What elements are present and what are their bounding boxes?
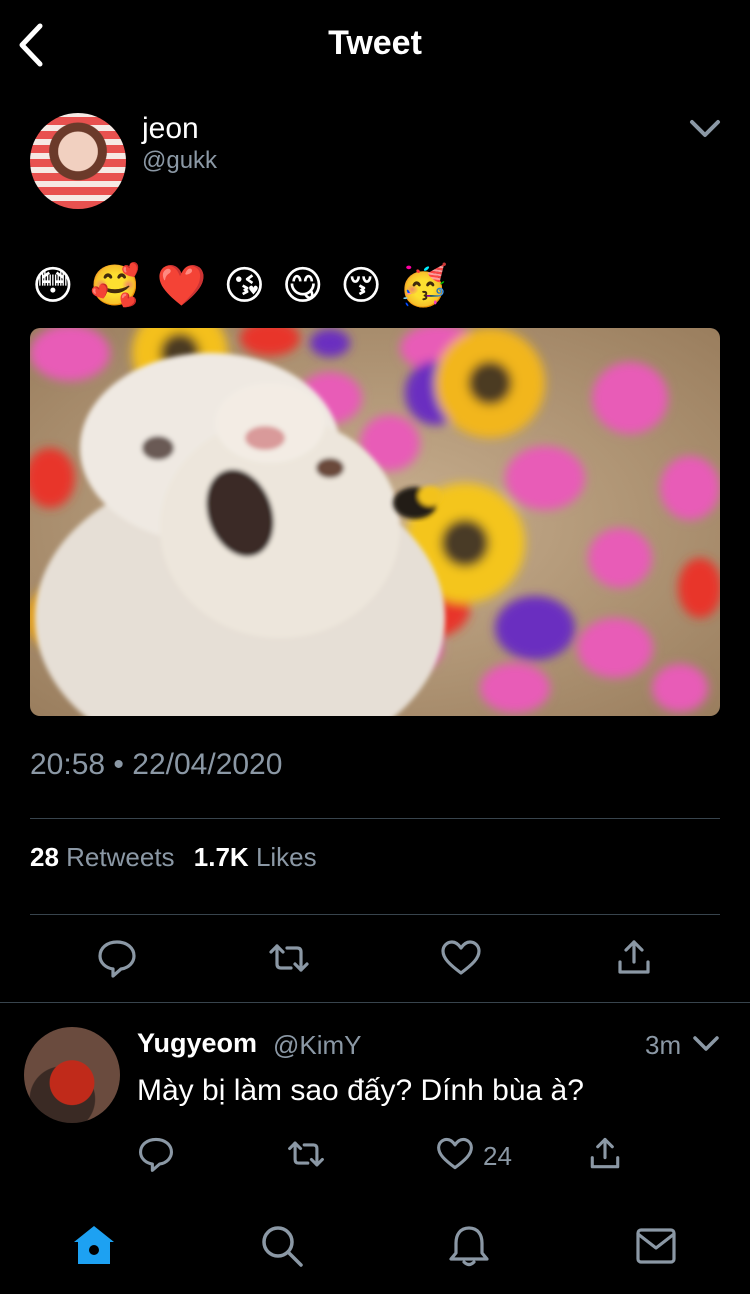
tweet-timestamp: 20:58 • 22/04/2020	[30, 748, 282, 782]
page-title: Tweet	[328, 24, 422, 62]
home-icon[interactable]	[70, 1222, 118, 1270]
likes-label[interactable]: Likes	[256, 842, 317, 872]
chevron-down-icon[interactable]	[692, 1034, 720, 1054]
tab-bar	[0, 1210, 750, 1294]
tweet-date: 22/04/2020	[132, 748, 283, 781]
reply-icon[interactable]	[136, 1134, 176, 1174]
tweet-text: 😳 🥰 ❤️ 😘 😋 😚 🥳	[32, 263, 451, 309]
divider	[30, 914, 720, 915]
reply-text: Mày bị làm sao đấy? Dính bùa à?	[137, 1074, 584, 1107]
like-icon[interactable]	[439, 936, 483, 980]
reply-author-name[interactable]: Yugyeom	[137, 1028, 257, 1059]
retweet-icon[interactable]	[267, 936, 311, 980]
retweets-count[interactable]: 28	[30, 842, 59, 872]
tweet-time: 20:58	[30, 748, 106, 781]
tweet-stats: 28 Retweets 1.7K Likes	[30, 842, 329, 873]
like-icon[interactable]	[435, 1134, 475, 1174]
notifications-icon[interactable]	[445, 1222, 493, 1270]
retweet-icon[interactable]	[286, 1134, 326, 1174]
author-avatar[interactable]	[30, 113, 126, 209]
header: Tweet	[0, 0, 750, 90]
likes-count[interactable]: 1.7K	[194, 842, 249, 872]
retweets-label[interactable]: Retweets	[66, 842, 174, 872]
divider	[0, 1002, 750, 1003]
reply-author-handle[interactable]: @KimY	[273, 1030, 362, 1061]
search-icon[interactable]	[258, 1222, 306, 1270]
reply-author-avatar[interactable]	[24, 1027, 120, 1123]
reply-time: 3m	[645, 1030, 682, 1060]
reply-icon[interactable]	[95, 936, 139, 980]
tweet-photo[interactable]	[30, 328, 720, 716]
messages-icon[interactable]	[632, 1222, 680, 1270]
author-name[interactable]: jeon	[142, 112, 199, 146]
timestamp-separator: •	[113, 748, 124, 781]
photo-image	[30, 328, 720, 716]
share-icon[interactable]	[585, 1134, 625, 1174]
chevron-down-icon[interactable]	[688, 116, 722, 142]
reply-like-count: 24	[483, 1141, 512, 1171]
share-icon[interactable]	[612, 936, 656, 980]
divider	[30, 818, 720, 819]
author-handle[interactable]: @gukk	[142, 147, 217, 175]
